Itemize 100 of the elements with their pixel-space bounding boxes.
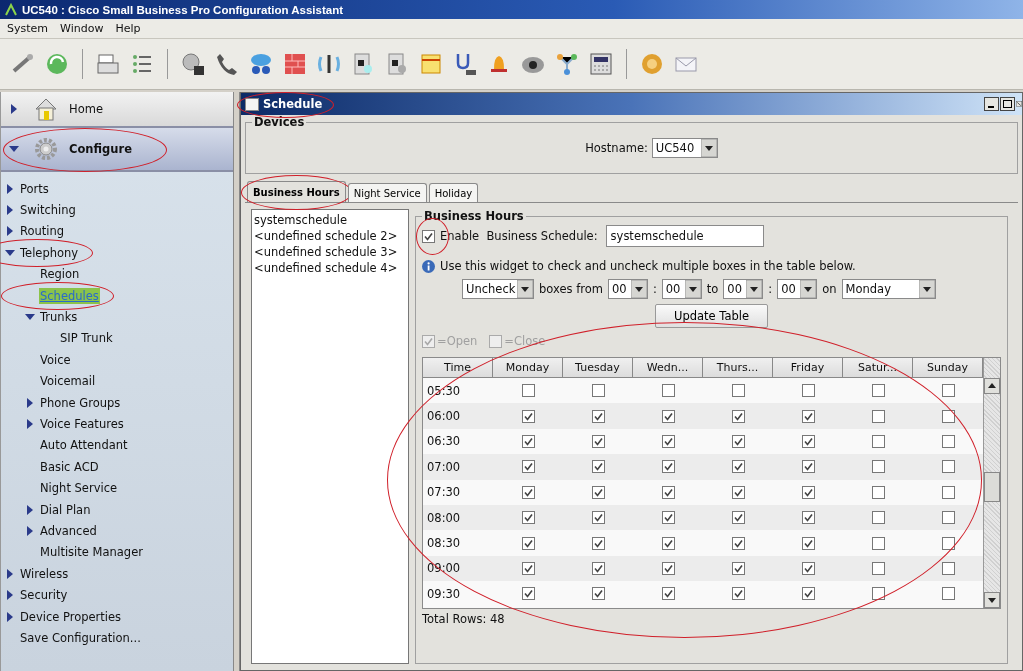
expand-arrow-icon[interactable] xyxy=(5,568,15,579)
caret-icon[interactable] xyxy=(746,280,763,298)
list-item[interactable]: <undefined schedule 3> xyxy=(254,245,406,259)
maximize-button[interactable] xyxy=(1000,97,1015,111)
tree-item[interactable]: Save Configuration... xyxy=(19,629,142,646)
checkbox[interactable] xyxy=(871,384,885,398)
column-header[interactable]: Satur... xyxy=(843,358,913,378)
checkbox[interactable] xyxy=(941,460,955,474)
printer-icon[interactable] xyxy=(95,51,121,77)
checkbox[interactable] xyxy=(591,511,605,525)
tree-item[interactable]: Advanced xyxy=(39,522,98,539)
checkbox[interactable] xyxy=(521,384,535,398)
tree-item[interactable]: Switching xyxy=(19,202,77,219)
expand-arrow-icon[interactable] xyxy=(9,104,19,114)
list-item[interactable]: <undefined schedule 2> xyxy=(254,229,406,243)
checkbox[interactable] xyxy=(941,409,955,423)
expand-arrow-icon[interactable] xyxy=(5,590,15,601)
column-header[interactable]: Sunday xyxy=(913,358,983,378)
nav-section-header[interactable]: Home xyxy=(1,92,233,128)
expand-arrow-icon[interactable] xyxy=(5,183,15,194)
checkbox[interactable] xyxy=(661,536,675,550)
checkbox[interactable] xyxy=(801,384,815,398)
checkbox[interactable] xyxy=(871,536,885,550)
checkbox[interactable] xyxy=(731,561,745,575)
checkbox[interactable] xyxy=(661,511,675,525)
checkbox[interactable] xyxy=(871,460,885,474)
checkbox[interactable] xyxy=(661,460,675,474)
tree-item[interactable]: SIP Trunk xyxy=(59,330,114,347)
tree-item[interactable]: Dial Plan xyxy=(39,501,92,518)
dropdown[interactable]: 00 xyxy=(777,279,818,299)
checkbox[interactable] xyxy=(521,587,535,601)
caret-icon[interactable] xyxy=(517,280,533,298)
tree-item[interactable]: Voice xyxy=(39,351,72,368)
expand-arrow-icon[interactable] xyxy=(25,525,35,536)
checkbox[interactable] xyxy=(731,384,745,398)
checkbox[interactable] xyxy=(731,460,745,474)
expand-arrow-icon[interactable] xyxy=(25,504,35,515)
caret-icon[interactable] xyxy=(918,280,935,298)
minimize-button[interactable] xyxy=(984,97,999,111)
collapse-arrow-icon[interactable] xyxy=(5,247,15,258)
scrollbar-thumb[interactable] xyxy=(984,472,1000,502)
checkbox[interactable] xyxy=(871,561,885,575)
checkbox[interactable] xyxy=(591,434,605,448)
checkbox[interactable] xyxy=(591,460,605,474)
dropdown[interactable]: Uncheck xyxy=(462,279,534,299)
tree-item[interactable]: Basic ACD xyxy=(39,458,100,475)
scroll-down-button[interactable] xyxy=(984,592,1000,608)
checkbox[interactable] xyxy=(591,384,605,398)
checkbox[interactable] xyxy=(521,561,535,575)
scrollbar[interactable] xyxy=(983,358,1000,608)
tab[interactable]: Holiday xyxy=(428,183,479,202)
column-header[interactable]: Monday xyxy=(493,358,563,378)
brick-wall-icon[interactable] xyxy=(282,51,308,77)
checkbox[interactable] xyxy=(871,511,885,525)
list-item[interactable]: systemschedule xyxy=(254,213,406,227)
collapse-arrow-icon[interactable] xyxy=(9,144,19,154)
tree-item[interactable]: Auto Attendant xyxy=(39,437,129,454)
tab[interactable]: Night Service xyxy=(347,183,427,202)
caret-icon[interactable] xyxy=(630,280,647,298)
menu-item[interactable]: Window xyxy=(56,21,108,36)
tree-item[interactable]: Region xyxy=(39,266,81,283)
checkbox[interactable] xyxy=(801,587,815,601)
tree-item[interactable]: Security xyxy=(19,587,69,604)
checkbox[interactable] xyxy=(941,587,955,601)
tree-item[interactable]: Routing xyxy=(19,223,66,240)
tree-item[interactable]: Ports xyxy=(19,180,50,197)
checkbox[interactable] xyxy=(731,434,745,448)
checkbox[interactable] xyxy=(801,511,815,525)
checkbox[interactable] xyxy=(591,485,605,499)
checkbox[interactable] xyxy=(871,587,885,601)
expand-arrow-icon[interactable] xyxy=(5,611,15,622)
checkbox[interactable] xyxy=(941,511,955,525)
keypad-icon[interactable] xyxy=(588,51,614,77)
checkbox[interactable] xyxy=(591,587,605,601)
checkbox[interactable] xyxy=(801,434,815,448)
tree-item[interactable]: Voice Features xyxy=(39,416,125,432)
tree-item[interactable]: Voicemail xyxy=(39,373,97,390)
network-icon[interactable] xyxy=(554,51,580,77)
checkbox[interactable] xyxy=(871,485,885,499)
tree-item[interactable]: Night Service xyxy=(39,480,119,497)
checkbox[interactable] xyxy=(661,485,675,499)
calendar-icon[interactable] xyxy=(418,51,444,77)
checkbox[interactable] xyxy=(591,409,605,423)
checkbox[interactable] xyxy=(731,536,745,550)
caret-icon[interactable] xyxy=(700,139,717,157)
checkbox[interactable] xyxy=(731,485,745,499)
menu-item[interactable]: System xyxy=(3,21,53,36)
checkbox[interactable] xyxy=(801,561,815,575)
column-header[interactable]: Tuesday xyxy=(563,358,633,378)
checkbox[interactable] xyxy=(521,434,535,448)
tab[interactable]: Business Hours xyxy=(247,181,346,202)
checkbox[interactable] xyxy=(661,409,675,423)
checkbox[interactable] xyxy=(941,485,955,499)
column-header[interactable]: Wedn... xyxy=(633,358,703,378)
column-header[interactable]: Thurs... xyxy=(703,358,773,378)
expand-arrow-icon[interactable] xyxy=(5,226,15,237)
list-item[interactable]: <undefined schedule 4> xyxy=(254,261,406,275)
checkbox[interactable] xyxy=(941,434,955,448)
checkbox[interactable] xyxy=(871,434,885,448)
checkbox[interactable] xyxy=(521,511,535,525)
